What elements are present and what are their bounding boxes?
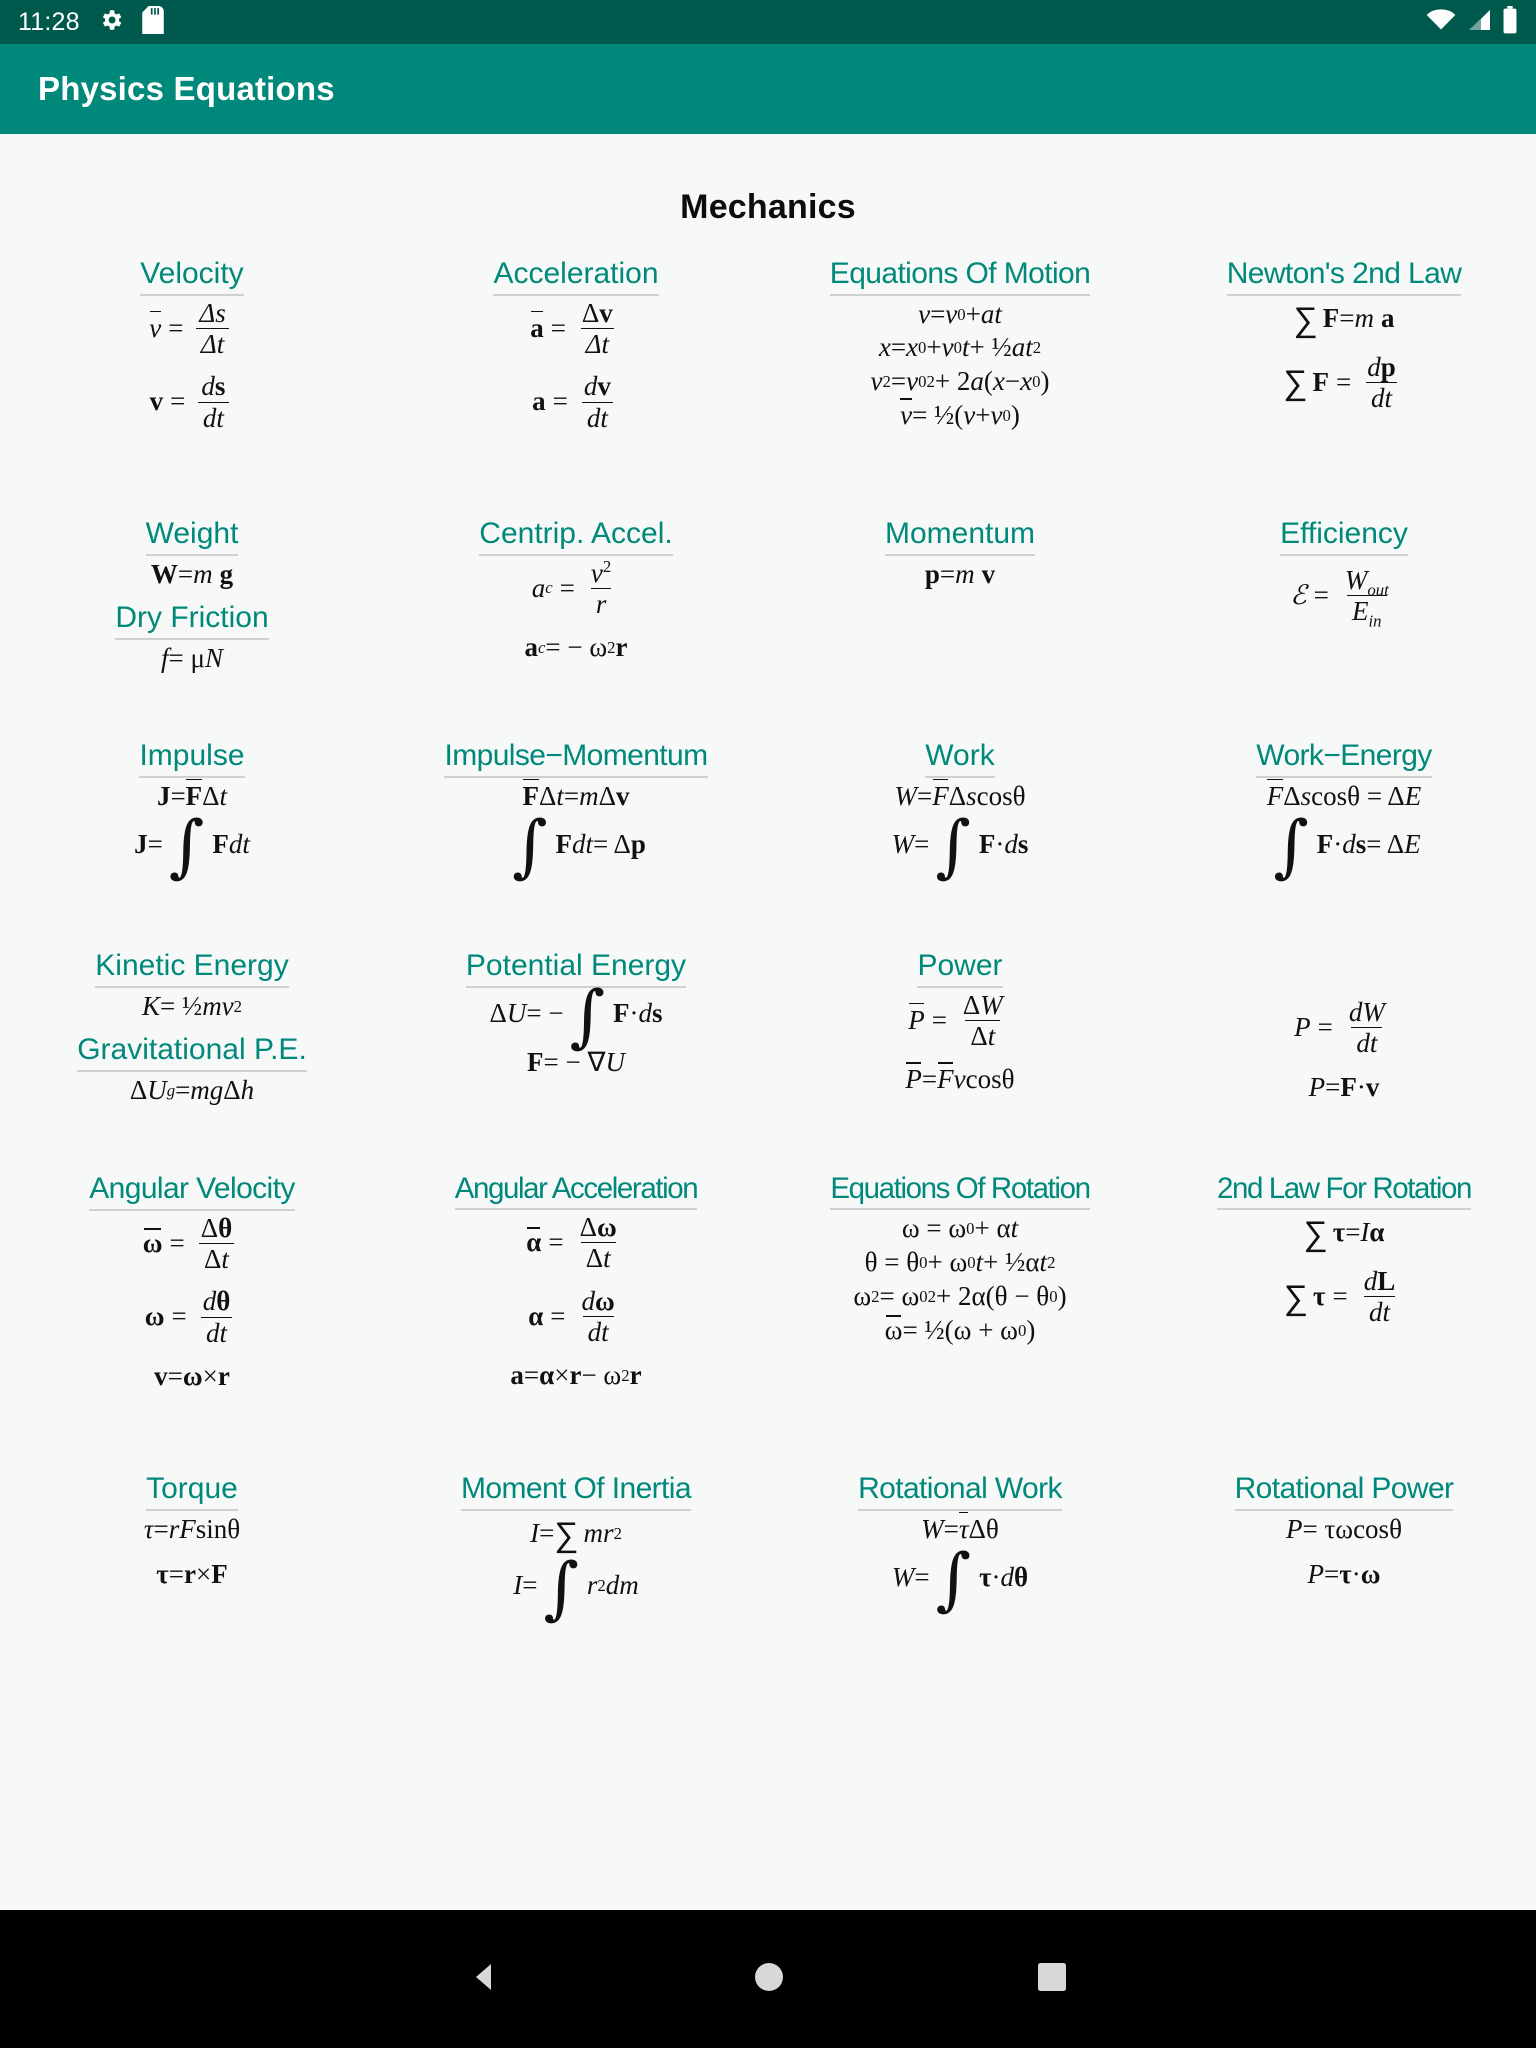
equation-card-formulas: p = mv xyxy=(924,558,996,589)
equation-card-torque[interactable]: Torque τ = rF sin θ τ = r × F xyxy=(0,1472,384,1622)
status-bar-left: 11:28 xyxy=(18,5,164,39)
equation-card-formulas: K = ½ mv 2 xyxy=(141,990,243,1021)
equation-card-equations-of-rotation[interactable]: Equations Of Rotation ω = ω0 + αt θ = θ0… xyxy=(768,1172,1152,1442)
status-bar: 11:28 xyxy=(0,0,1536,44)
equation-card-formulas: v = Δs Δt v = ds dt xyxy=(149,298,235,433)
equation-card-formulas: W = FΔs cos θ W = ∫ F · ds xyxy=(891,778,1029,887)
equation-card-equations-of-motion[interactable]: Equations Of Motion v = v0 + at x = x0 +… xyxy=(768,257,1152,487)
equation-card-title: Newton's 2nd Law xyxy=(1226,257,1462,296)
equation-card-formulas: ΔUg = mg Δh xyxy=(129,1075,255,1106)
equation-card-2nd-law-for-rotation[interactable]: 2nd Law For Rotation ∑ τ = I α ∑ τ = dL dt xyxy=(1152,1172,1536,1442)
equation-card-formulas: P = dW dt P = F · v xyxy=(1294,997,1385,1102)
equation-card-formulas: J = F Δt J = ∫ F dt xyxy=(134,778,250,887)
equation-card-impulse[interactable]: Impulse J = F Δt J = ∫ F dt xyxy=(0,739,384,919)
equation-card-title: Equations Of Rotation xyxy=(830,1172,1091,1211)
equation-card-title: 2nd Law For Rotation xyxy=(1216,1172,1472,1211)
equation-card-title: Dry Friction xyxy=(115,601,269,641)
equation-row-6: Torque τ = rF sin θ τ = r × F Moment Of … xyxy=(0,1472,1536,1628)
equation-card-formulas: FΔs cos θ = ΔE ∫ F · ds = ΔE xyxy=(1266,778,1422,887)
equation-card-moment-of-inertia[interactable]: Moment Of Inertia I = ∑ mr 2 I = ∫ r 2 dm xyxy=(384,1472,768,1628)
equation-card-title: Rotational Work xyxy=(858,1472,1063,1511)
back-triangle-icon[interactable] xyxy=(468,1960,502,1999)
status-bar-right xyxy=(1426,5,1518,39)
equation-card-formulas: v = v0 + at x = x0 + v0t + ½ at 2 v2 = v02… xyxy=(870,298,1050,431)
equation-card-velocity[interactable]: Velocity v = Δs Δt v = ds dt xyxy=(0,257,384,487)
android-navigation-bar xyxy=(0,1910,1536,2048)
equation-card-formulas: P = ΔW Δt P = Fv cos θ xyxy=(905,989,1015,1095)
equation-card-title: Gravitational P.E. xyxy=(77,1033,307,1073)
equation-card-rotational-work[interactable]: Rotational Work W = τ Δθ W = ∫ τ · dθ xyxy=(768,1472,1152,1622)
equation-card-formulas: a c = v2 r ac = − ω2 r xyxy=(524,556,628,663)
battery-icon xyxy=(1502,5,1518,39)
equation-card-formulas: ω = Δθ Δt ω = dθ dt v = ω × r xyxy=(142,1212,234,1391)
equation-card-title: Equations Of Motion xyxy=(829,257,1091,296)
equation-card-title: Centrip. Accel. xyxy=(479,517,673,556)
wifi-icon xyxy=(1426,8,1456,37)
recents-square-icon[interactable] xyxy=(1036,1961,1068,1998)
equation-row-3: Impulse J = F Δt J = ∫ F dt Impulse−Moment… xyxy=(0,739,1536,919)
equation-card-newtons-2nd-law[interactable]: Newton's 2nd Law ∑ F = ma ∑ F = dp dt xyxy=(1152,257,1536,487)
equation-card-title: Power xyxy=(917,949,1003,988)
equation-card-formulas: ω = ω0 + αt θ = θ0 + ω0t + ½α t 2 ω2 = ω02… xyxy=(853,1213,1067,1345)
equation-card-angular-velocity[interactable]: Angular Velocity ω = Δθ Δt ω = dθ dt v = ω × r xyxy=(0,1172,384,1442)
equation-card-work-energy[interactable]: Work−Energy FΔs cos θ = ΔE ∫ F · ds = ΔE xyxy=(1152,739,1536,919)
equation-card-formulas: α = Δω Δt α = dω dt a = α × r − ω2 r xyxy=(510,1212,642,1391)
equation-card-work[interactable]: Work W = FΔs cos θ W = ∫ F · ds xyxy=(768,739,1152,919)
equation-card-title: Torque xyxy=(146,1472,238,1511)
equation-list-scroll-area[interactable]: Mechanics Velocity v = Δs Δt v = ds dt Acceler… xyxy=(0,134,1536,1910)
equation-row-2: Weight W = mg Dry Friction f = μN Centri… xyxy=(0,517,1536,709)
equation-card-angular-acceleration[interactable]: Angular Acceleration α = Δω Δt α = dω dt a = α… xyxy=(384,1172,768,1442)
equation-card-formulas: f = μN xyxy=(161,643,223,674)
equation-card-formulas: ΔU = − ∫ F · ds F = − ∇ U xyxy=(489,976,663,1077)
equation-card-efficiency[interactable]: Efficiency ℰ = Wout Ein xyxy=(1152,517,1536,709)
equation-card-title: Efficiency xyxy=(1280,517,1408,556)
equation-row-4: Kinetic Energy K = ½ mv 2 Gravitational P.… xyxy=(0,949,1536,1142)
equation-card-formulas: I = ∑ mr 2 I = ∫ r 2 dm xyxy=(513,1514,639,1628)
equation-card-formulas: τ = rF sin θ τ = r × F xyxy=(143,1513,241,1590)
equation-card-title: Weight xyxy=(145,517,239,556)
app-bar: Physics Equations xyxy=(0,44,1536,134)
cellular-signal-icon xyxy=(1466,8,1492,37)
equation-card-formulas: W = τ Δθ W = ∫ τ · dθ xyxy=(891,1511,1029,1620)
equation-card-formulas: ∑ F = ma ∑ F = dp dt xyxy=(1283,299,1397,414)
home-circle-icon[interactable] xyxy=(752,1960,786,1999)
equation-card-title: Work−Energy xyxy=(1256,739,1432,778)
equation-card-weight-dry-friction[interactable]: Weight W = mg Dry Friction f = μN xyxy=(0,517,384,709)
equation-card-title: Impulse xyxy=(139,739,245,778)
equation-card-formulas: P = τω cos θ P = τ · ω xyxy=(1285,1513,1403,1590)
equation-card-title: Kinetic Energy xyxy=(95,949,289,988)
equation-card-title: Impulse−Momentum xyxy=(444,739,708,778)
equation-card-formulas: ∑ τ = I α ∑ τ = dL dt xyxy=(1283,1214,1396,1328)
equation-card-potential-energy[interactable]: Potential Energy ΔU = − ∫ F · ds F = − ∇ U xyxy=(384,949,768,1142)
equation-card-title: Rotational Power xyxy=(1234,1472,1454,1511)
equation-row-5: Angular Velocity ω = Δθ Δt ω = dθ dt v = ω × r… xyxy=(0,1172,1536,1442)
section-title: Mechanics xyxy=(680,188,856,226)
sd-card-icon xyxy=(141,5,164,39)
equation-card-power-derivative[interactable]: P = dW dt P = F · v xyxy=(1152,949,1536,1142)
equation-card-kinetic-energy-gravitational-pe[interactable]: Kinetic Energy K = ½ mv 2 Gravitational P.… xyxy=(0,949,384,1142)
equation-card-formulas: ℰ = Wout Ein xyxy=(1290,564,1389,631)
equation-card-acceleration[interactable]: Acceleration a = Δv Δt a = dv dt xyxy=(384,257,768,487)
equation-card-title: Acceleration xyxy=(493,257,659,296)
equation-card-title: Momentum xyxy=(884,517,1036,556)
equation-card-formulas: a = Δv Δt a = dv dt xyxy=(530,297,615,433)
gear-icon xyxy=(98,7,124,38)
app-title: Physics Equations xyxy=(38,70,335,107)
equation-card-rotational-power[interactable]: Rotational Power P = τω cos θ P = τ · ω xyxy=(1152,1472,1536,1622)
equation-card-title: Moment Of Inertia xyxy=(461,1472,692,1511)
equation-row-1: Velocity v = Δs Δt v = ds dt Acceleration a = Δv… xyxy=(0,257,1536,487)
status-clock: 11:28 xyxy=(18,7,80,36)
equation-card-formulas: W = mg xyxy=(150,558,234,589)
equation-card-title: Angular Velocity xyxy=(89,1172,295,1211)
equation-card-title: Work xyxy=(925,739,995,778)
equation-card-centrip-accel[interactable]: Centrip. Accel. a c = v2 r ac = − ω2 r xyxy=(384,517,768,709)
equation-card-power[interactable]: Power P = ΔW Δt P = Fv cos θ xyxy=(768,949,1152,1142)
equation-card-title: Velocity xyxy=(140,257,244,296)
equation-card-formulas: F Δt = m Δv ∫ F dt = Δp xyxy=(512,778,646,887)
equation-card-impulse-momentum[interactable]: Impulse−Momentum F Δt = m Δv ∫ F dt = Δp xyxy=(384,739,768,919)
equation-card-title: Angular Acceleration xyxy=(454,1172,699,1211)
equation-card-momentum[interactable]: Momentum p = mv xyxy=(768,517,1152,709)
